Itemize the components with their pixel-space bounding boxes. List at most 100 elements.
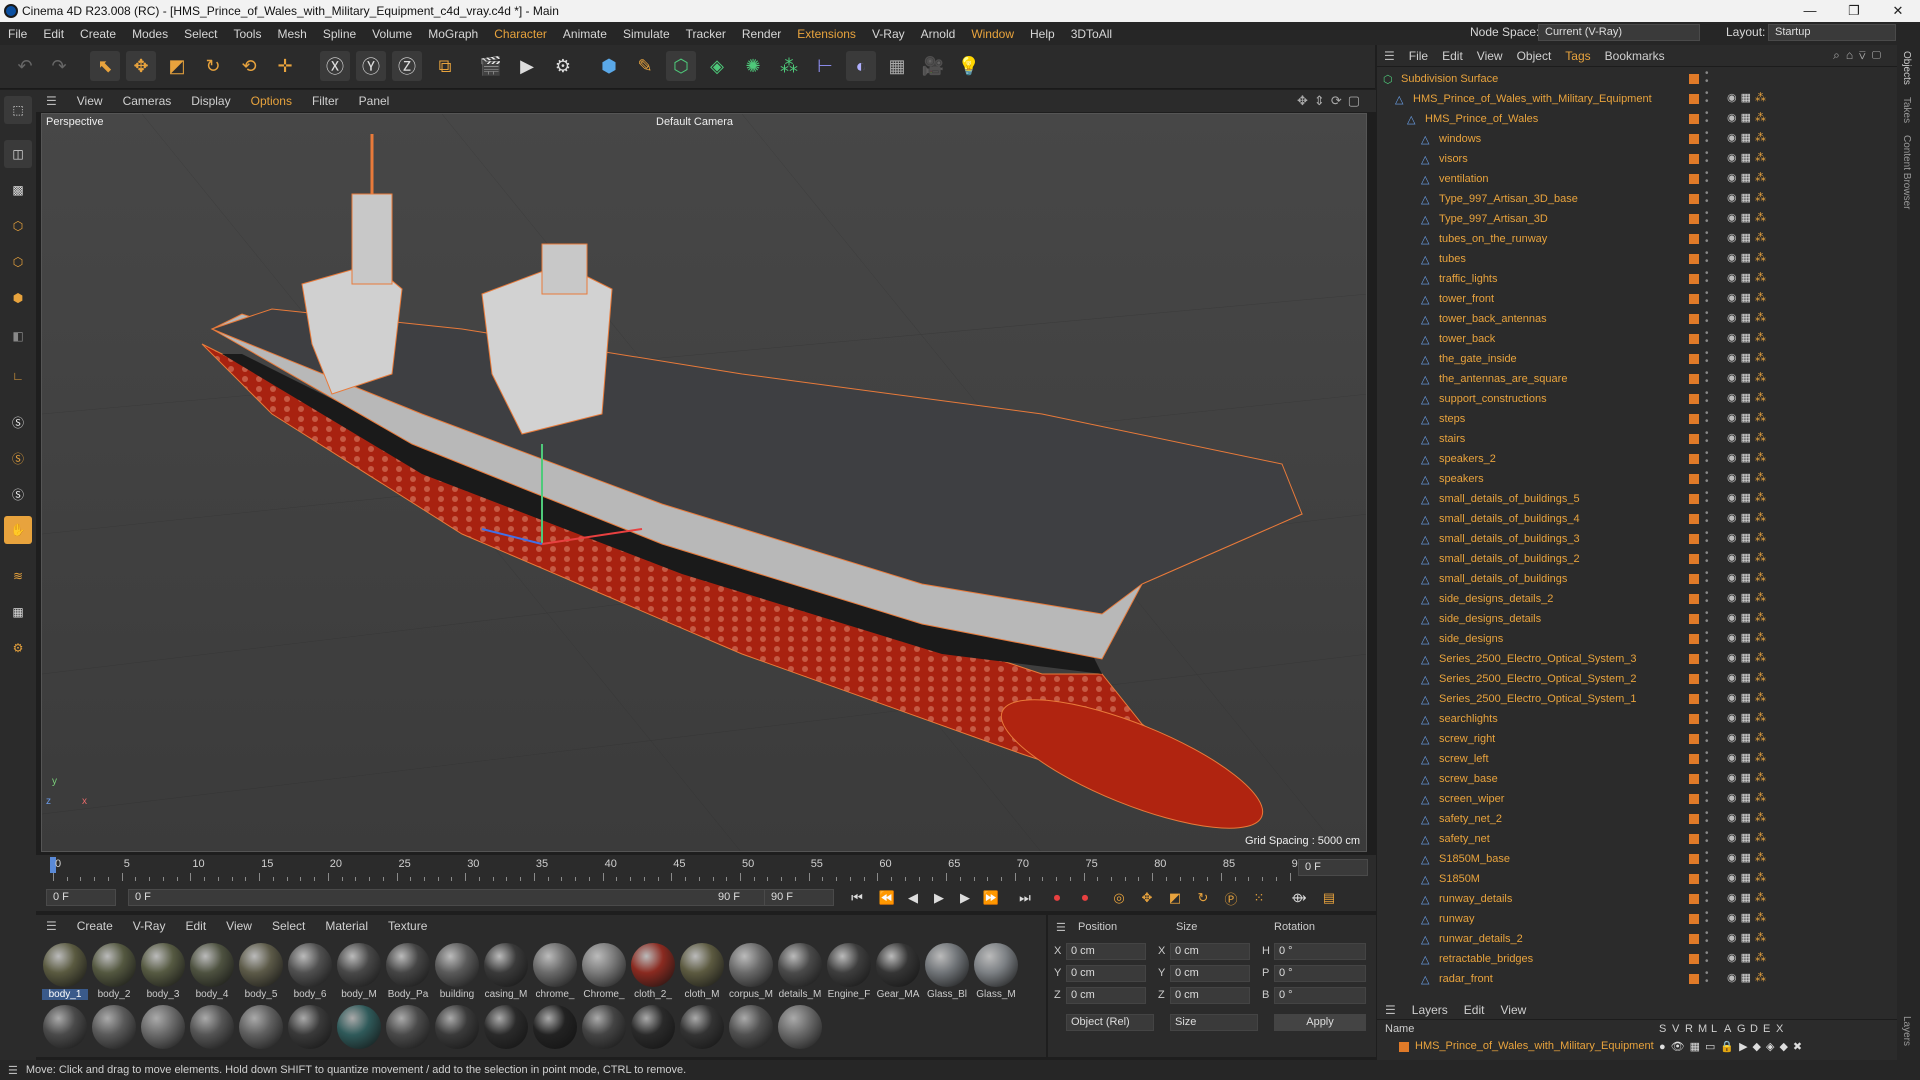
menu-file[interactable]: File [0,27,35,41]
material-menu-select[interactable]: Select [262,919,315,933]
object-tree-item[interactable]: △ windows • • ◉▦⁂ [1377,129,1892,149]
material-swatch[interactable] [483,1005,529,1049]
visibility-dots-icon[interactable]: • • [1705,429,1709,447]
material-tags-icon[interactable]: ◉▦⁂ [1727,411,1770,424]
layer-color-icon[interactable] [1689,554,1699,564]
object-name[interactable]: side_designs_details_2 [1439,593,1553,605]
visibility-dots-icon[interactable]: • • [1705,169,1709,187]
object-name[interactable]: speakers [1439,473,1484,485]
rotation-field[interactable]: 0 ° [1274,965,1366,982]
render-view-icon[interactable]: 🎬 [476,51,506,81]
object-tree-item[interactable]: △ side_designs_details • • ◉▦⁂ [1377,609,1892,629]
menu-tools[interactable]: Tools [225,27,269,41]
visibility-dots-icon[interactable]: • • [1705,769,1709,787]
visibility-dots-icon[interactable]: • • [1705,529,1709,547]
material-tags-icon[interactable]: ◉▦⁂ [1727,191,1770,204]
visibility-dots-icon[interactable]: • • [1705,229,1709,247]
material-swatch[interactable]: Gear_MA [875,943,921,1000]
visibility-dots-icon[interactable]: • • [1705,649,1709,667]
menu-mograph[interactable]: MoGraph [420,27,486,41]
objects-menu-file[interactable]: File [1402,49,1435,63]
material-tags-icon[interactable]: ◉▦⁂ [1727,551,1770,564]
go-to-start-icon[interactable]: ⏮ [846,888,868,908]
material-tags-icon[interactable]: ◉▦⁂ [1727,691,1770,704]
rotation-field[interactable]: 0 ° [1274,987,1366,1004]
material-swatch[interactable] [630,1005,676,1049]
viewport-menu-view[interactable]: View [67,94,113,108]
object-name[interactable]: safety_net_2 [1439,813,1502,825]
visibility-dots-icon[interactable]: • • [1705,949,1709,967]
tweak-mode-icon[interactable]: ✋ [4,516,32,544]
material-tags-icon[interactable]: ◉▦⁂ [1727,911,1770,924]
material-tags-icon[interactable]: ◉▦⁂ [1727,271,1770,284]
material-tags-icon[interactable]: ◉▦⁂ [1727,731,1770,744]
object-name[interactable]: the_gate_inside [1439,353,1517,365]
visibility-dots-icon[interactable]: • • [1705,69,1709,87]
menu-vray[interactable]: V-Ray [864,27,913,41]
3d-viewport[interactable]: Perspective Default Camera y z x Grid Sp… [41,113,1367,852]
objects-menu-edit[interactable]: Edit [1435,49,1470,63]
visibility-dots-icon[interactable]: • • [1705,829,1709,847]
material-swatch[interactable]: casing_M [483,943,529,1000]
polygons-mode-icon[interactable]: ⬢ [4,284,32,312]
material-swatch[interactable] [385,1005,431,1049]
key-param-icon[interactable]: Ⓟ [1220,888,1242,908]
object-name[interactable]: traffic_lights [1439,273,1498,285]
material-swatch[interactable]: building [434,943,480,1000]
object-tree-item[interactable]: △ screw_left • • ◉▦⁂ [1377,749,1892,769]
layer-color-swatch[interactable] [1399,1042,1409,1052]
menu-3dtoall[interactable]: 3DToAll [1063,27,1120,41]
material-tags-icon[interactable]: ◉▦⁂ [1727,351,1770,364]
key-scale-icon[interactable]: ◩ [1164,888,1186,908]
object-name[interactable]: tower_front [1439,293,1494,305]
layer-color-icon[interactable] [1689,574,1699,584]
material-tags-icon[interactable]: ◉▦⁂ [1727,91,1770,104]
object-tree-item[interactable]: △ runway • • ◉▦⁂ [1377,909,1892,929]
layer-color-icon[interactable] [1689,474,1699,484]
size-field[interactable]: 0 cm [1170,965,1250,982]
locked-workplane-icon[interactable]: ⚙ [4,634,32,662]
material-tags-icon[interactable]: ◉▦⁂ [1727,631,1770,644]
objects-menu-object[interactable]: Object [1510,49,1559,63]
viewport-hamburger-icon[interactable]: ☰ [36,94,67,108]
viewport-menu-panel[interactable]: Panel [349,94,400,108]
texture-mode-icon[interactable]: ▩ [4,176,32,204]
status-hamburger-icon[interactable]: ☰ [0,1064,26,1077]
object-name[interactable]: safety_net [1439,833,1490,845]
material-tags-icon[interactable]: ◉▦⁂ [1727,811,1770,824]
object-name[interactable]: side_designs_details [1439,613,1541,625]
menu-help[interactable]: Help [1022,27,1063,41]
object-name[interactable]: speakers_2 [1439,453,1496,465]
rotation-field[interactable]: 0 ° [1274,943,1366,960]
next-key-icon[interactable]: ⏩ [980,888,1002,908]
material-tags-icon[interactable]: ◉▦⁂ [1727,831,1770,844]
object-tree-item[interactable]: △ radar_front • • ◉▦⁂ [1377,969,1892,989]
node-space-dropdown[interactable]: Current (V-Ray) [1538,24,1700,41]
material-menu-material[interactable]: Material [315,919,378,933]
visibility-dots-icon[interactable]: • • [1705,489,1709,507]
create-tool-icon[interactable]: ✛ [270,51,300,81]
layer-color-icon[interactable] [1689,934,1699,944]
object-name[interactable]: retractable_bridges [1439,953,1533,965]
go-to-end-icon[interactable]: ⏭ [1014,888,1036,908]
material-swatch[interactable]: Chrome_ [581,943,627,1000]
layer-color-icon[interactable] [1689,254,1699,264]
object-name[interactable]: Type_997_Artisan_3D [1439,213,1548,225]
object-tree-item[interactable]: △ tower_back_antennas • • ◉▦⁂ [1377,309,1892,329]
object-name[interactable]: Series_2500_Electro_Optical_System_1 [1439,693,1637,705]
layer-color-icon[interactable] [1689,734,1699,744]
material-swatch[interactable]: body_2 [91,943,137,1000]
visibility-dots-icon[interactable]: • • [1705,189,1709,207]
material-tags-icon[interactable]: ◉▦⁂ [1727,951,1770,964]
material-swatch[interactable] [728,1005,774,1049]
object-name[interactable]: runwar_details_2 [1439,933,1523,945]
material-tags-icon[interactable]: ◉▦⁂ [1727,891,1770,904]
visibility-dots-icon[interactable]: • • [1705,89,1709,107]
key-position-icon[interactable]: ✥ [1136,888,1158,908]
visibility-dots-icon[interactable]: • • [1705,789,1709,807]
make-editable-icon[interactable]: ⬚ [4,96,32,124]
spline-pen-icon[interactable]: ✎ [630,51,660,81]
layer-color-icon[interactable] [1689,74,1699,84]
object-tree-item[interactable]: △ safety_net • • ◉▦⁂ [1377,829,1892,849]
object-tree-item[interactable]: △ screw_right • • ◉▦⁂ [1377,729,1892,749]
